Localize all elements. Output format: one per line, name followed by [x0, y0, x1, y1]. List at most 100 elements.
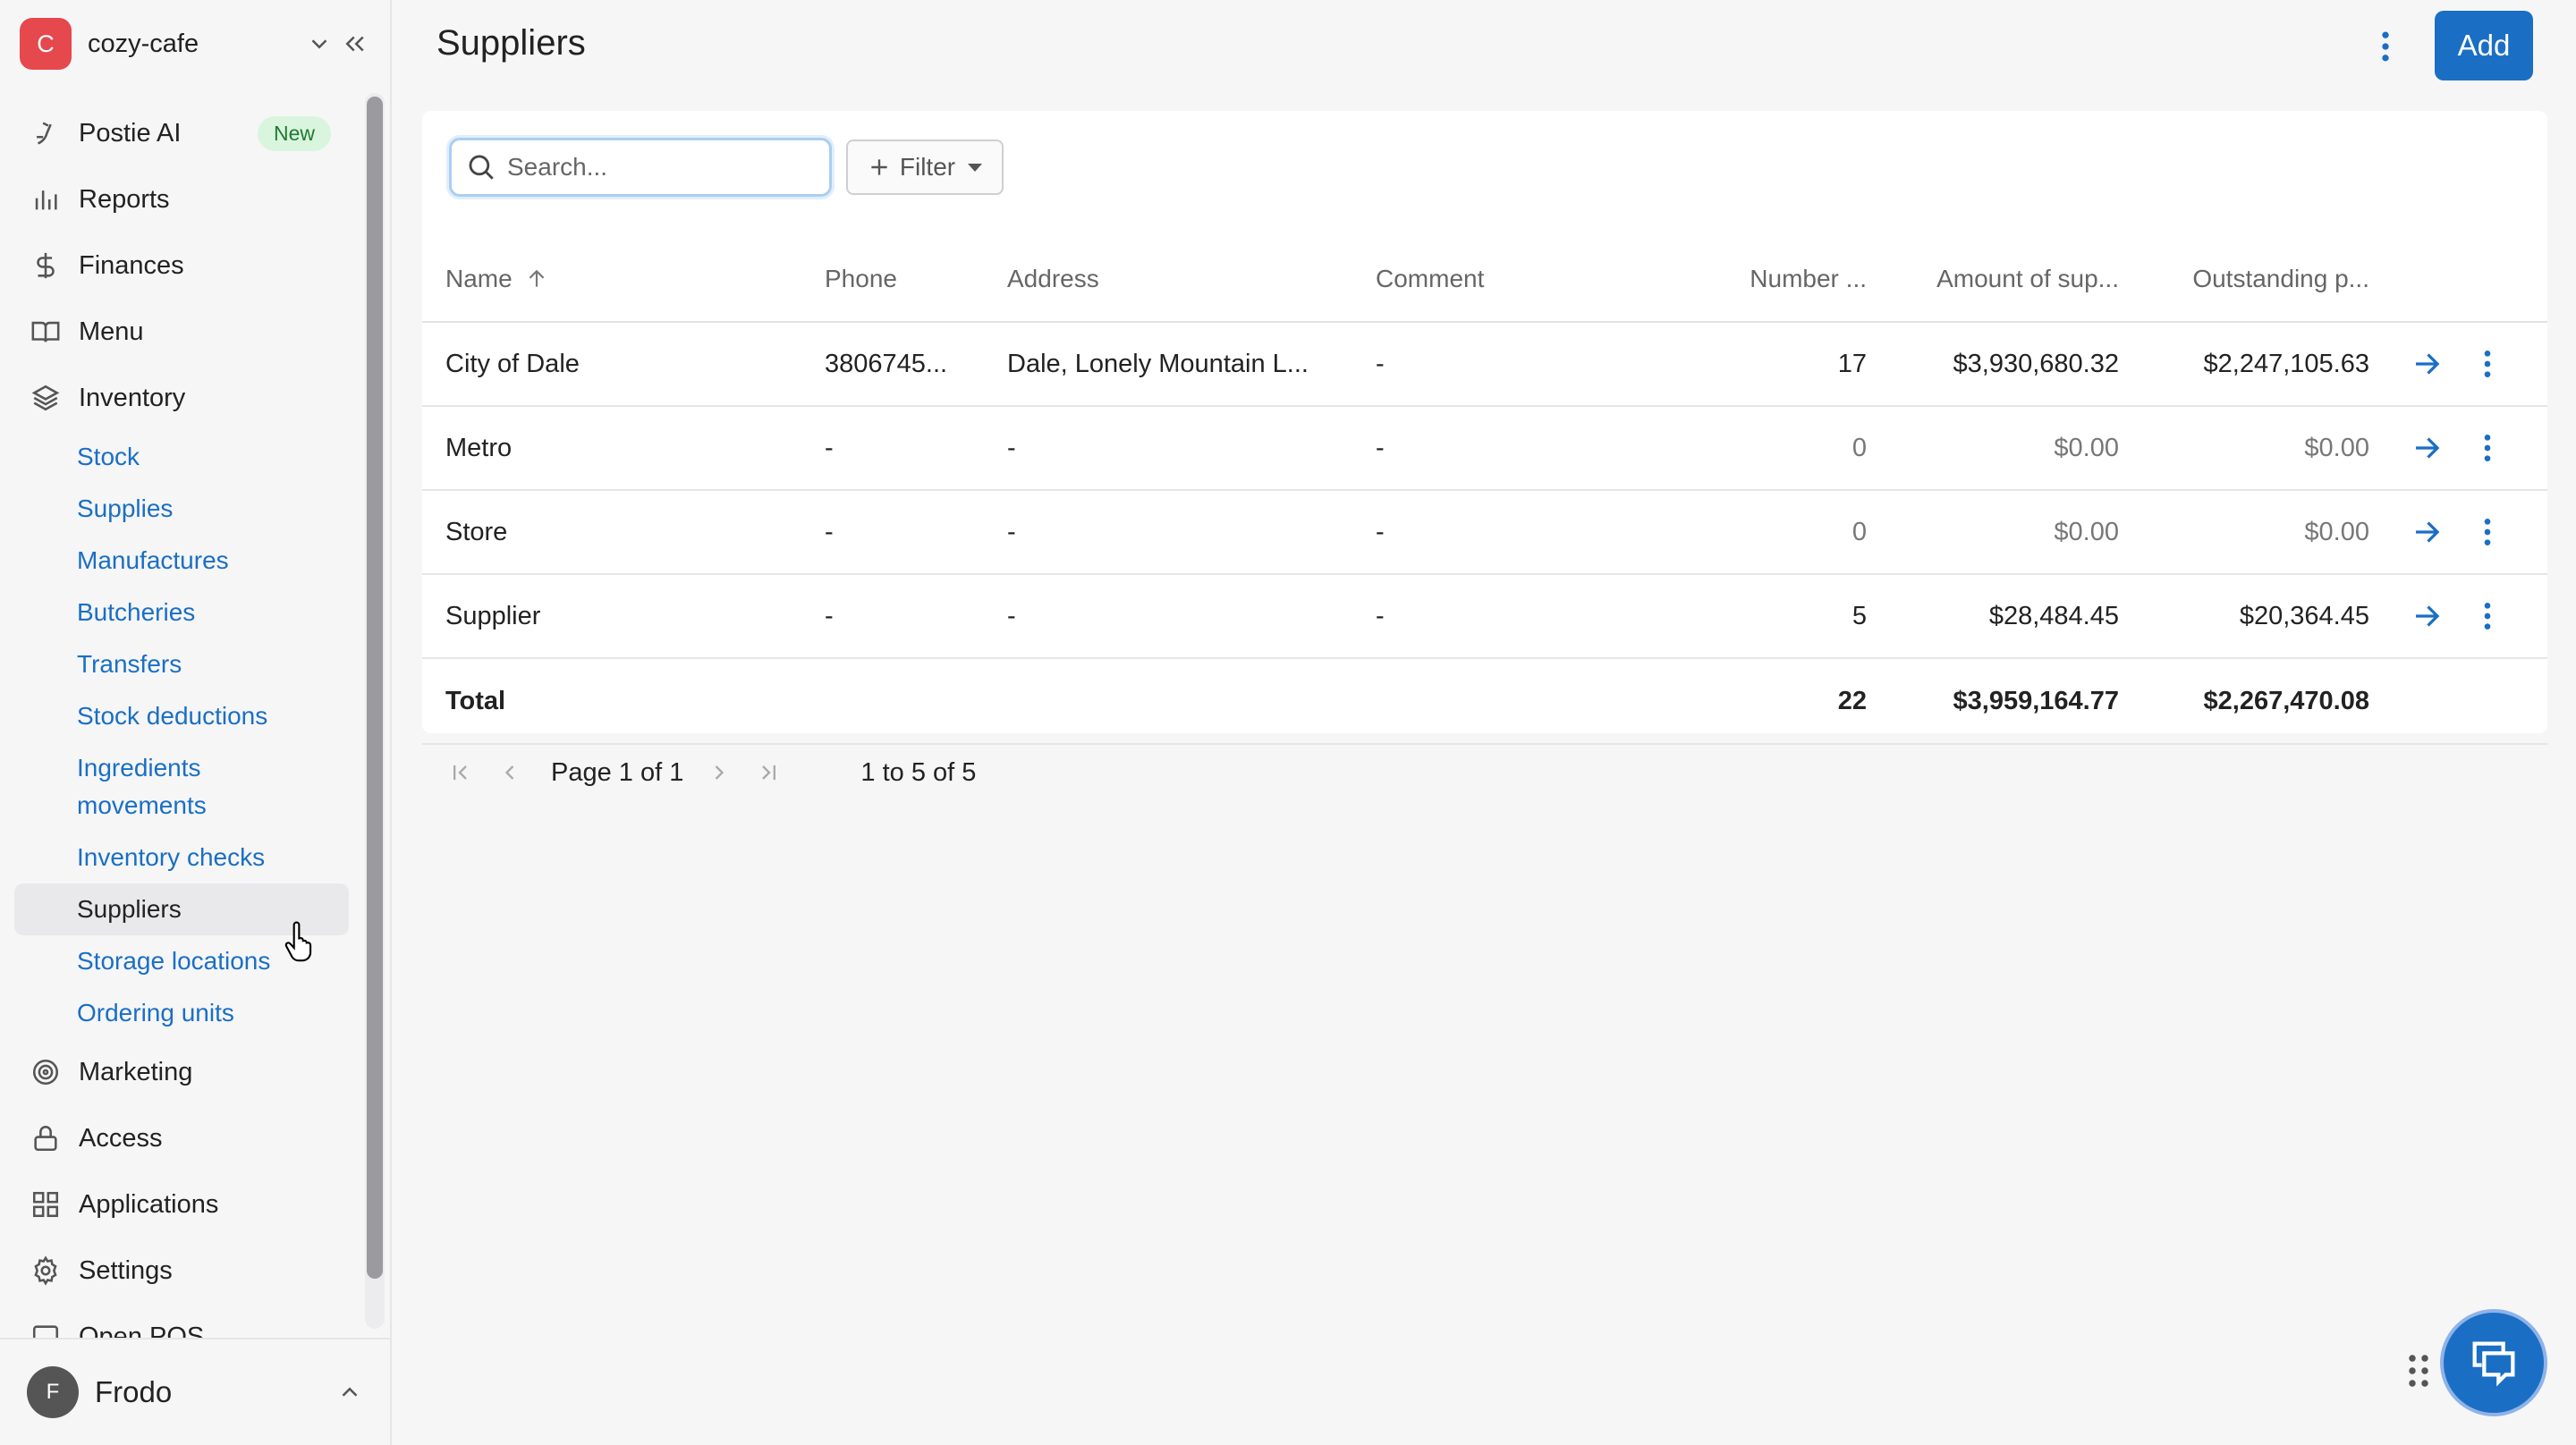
cell-actions — [2393, 322, 2547, 407]
workspace-switcher[interactable]: C cozy-cafe — [20, 18, 369, 70]
sidebar-item-postie-ai[interactable]: Postie AI New — [14, 100, 349, 166]
sidebar: C cozy-cafe Postie AI New Reports Financ… — [0, 0, 392, 1445]
caret-down-icon — [968, 163, 983, 172]
sidebar-item-open-pos[interactable]: Open POS — [14, 1304, 349, 1338]
cell-amount: $28,484.45 — [1890, 574, 2142, 659]
cell-phone: - — [825, 490, 1007, 575]
column-header-phone[interactable]: Phone — [825, 236, 1007, 323]
last-page-icon — [762, 765, 776, 781]
column-header-address[interactable]: Address — [1007, 236, 1376, 323]
column-header-comment[interactable]: Comment — [1376, 236, 1724, 323]
cell-name: City of Dale — [422, 322, 825, 407]
sidebar-item-access[interactable]: Access — [14, 1105, 349, 1171]
column-header-amount[interactable]: Amount of sup... — [1890, 236, 2142, 323]
arrow-right-icon[interactable] — [2411, 432, 2443, 464]
total-pages: 1 — [669, 757, 684, 787]
filter-button[interactable]: Filter — [846, 139, 1004, 195]
sidebar-item-label: Applications — [79, 1189, 219, 1219]
table-row[interactable]: Supplier - - - 5 $28,484.45 $20,364.45 — [422, 574, 2547, 659]
sidebar-subitem-ingredients-movements[interactable]: Ingredients movements — [14, 742, 247, 832]
sidebar-item-settings[interactable]: Settings — [14, 1238, 349, 1304]
avatar: F — [27, 1366, 79, 1418]
user-name: Frodo — [95, 1375, 173, 1408]
sidebar-subitem-butcheries[interactable]: Butcheries — [14, 587, 349, 638]
more-options-icon[interactable] — [2477, 598, 2498, 634]
page-word: Page — [551, 757, 612, 787]
dollar-icon — [37, 252, 55, 279]
column-header-outstanding[interactable]: Outstanding p... — [2142, 236, 2393, 323]
empty-cell — [825, 658, 1007, 745]
chevron-left-icon — [504, 765, 514, 780]
cell-actions — [2393, 406, 2547, 491]
drag-handle-icon[interactable] — [2406, 1352, 2431, 1390]
new-badge: New — [257, 115, 331, 151]
more-options-icon[interactable] — [2477, 346, 2498, 382]
collapse-sidebar-icon[interactable] — [342, 30, 369, 57]
search-input[interactable] — [507, 153, 811, 182]
sidebar-subitem-inventory-checks[interactable]: Inventory checks — [14, 832, 349, 883]
sidebar-item-inventory[interactable]: Inventory — [14, 365, 349, 431]
chevron-down-icon[interactable] — [306, 30, 333, 57]
cell-number: 0 — [1724, 406, 1890, 491]
user-menu[interactable]: F Frodo — [0, 1338, 390, 1445]
cell-address: - — [1007, 406, 1376, 491]
arrow-right-icon[interactable] — [2411, 348, 2443, 380]
previous-page-button[interactable] — [497, 760, 522, 785]
more-options-icon[interactable] — [2477, 430, 2498, 466]
page-indicator: Page 1 of 1 — [551, 758, 683, 788]
table-header-row: Name Phone Address Comment Number ... Am… — [422, 236, 2547, 323]
search-box[interactable] — [449, 138, 832, 197]
sidebar-item-label: Settings — [79, 1255, 173, 1285]
cell-outstanding: $20,364.45 — [2142, 574, 2393, 659]
suppliers-card: Filter Name Phone Address Comment Number… — [422, 111, 2547, 745]
cell-number: 17 — [1724, 322, 1890, 407]
last-page-button[interactable] — [757, 760, 782, 785]
cell-amount: $3,930,680.32 — [1890, 322, 2142, 407]
column-header-actions — [2393, 236, 2547, 323]
bar-chart-icon — [35, 190, 57, 210]
cell-phone: - — [825, 406, 1007, 491]
more-options-icon[interactable] — [2370, 27, 2401, 66]
arrow-right-icon[interactable] — [2411, 600, 2443, 632]
plus-icon — [871, 159, 887, 175]
cell-name: Metro — [422, 406, 825, 491]
chevron-up-icon[interactable] — [336, 1379, 363, 1406]
table-row[interactable]: Store - - - 0 $0.00 $0.00 — [422, 490, 2547, 575]
sidebar-subitem-transfers[interactable]: Transfers — [14, 638, 349, 690]
arrow-right-icon[interactable] — [2411, 516, 2443, 548]
table-row[interactable]: City of Dale 3806745... Dale, Lonely Mou… — [422, 322, 2547, 407]
total-row: Total 22 $3,959,164.77 $2,267,470.08 — [422, 658, 2547, 745]
empty-cell — [1376, 658, 1724, 745]
column-header-number[interactable]: Number ... — [1724, 236, 1890, 323]
next-page-button[interactable] — [707, 760, 732, 785]
sidebar-item-marketing[interactable]: Marketing — [14, 1039, 349, 1105]
first-page-icon — [453, 765, 467, 781]
sidebar-scrollbar[interactable] — [365, 93, 385, 1329]
cell-phone: - — [825, 574, 1007, 659]
cell-phone: 3806745... — [825, 322, 1007, 407]
sidebar-item-menu[interactable]: Menu — [14, 299, 349, 365]
sidebar-subitem-stock-deductions[interactable]: Stock deductions — [14, 690, 349, 742]
first-page-button[interactable] — [447, 760, 472, 785]
more-options-icon[interactable] — [2477, 514, 2498, 550]
scrollbar-thumb[interactable] — [367, 97, 383, 1279]
filter-label: Filter — [899, 153, 956, 181]
total-amount: $3,959,164.77 — [1890, 658, 2142, 745]
cell-actions — [2393, 490, 2547, 575]
sort-ascending-icon[interactable] — [525, 267, 548, 291]
sidebar-item-label: Access — [79, 1123, 163, 1153]
grid-icon — [32, 1191, 59, 1218]
sidebar-item-applications[interactable]: Applications — [14, 1171, 349, 1238]
sidebar-subitem-supplies[interactable]: Supplies — [14, 483, 349, 535]
column-header-name[interactable]: Name — [422, 236, 825, 323]
table-row[interactable]: Metro - - - 0 $0.00 $0.00 — [422, 406, 2547, 491]
sidebar-item-reports[interactable]: Reports — [14, 166, 349, 232]
sidebar-subitem-stock[interactable]: Stock — [14, 431, 349, 483]
chat-button[interactable] — [2440, 1309, 2547, 1416]
sidebar-item-finances[interactable]: Finances — [14, 232, 349, 299]
sidebar-subitem-ordering-units[interactable]: Ordering units — [14, 987, 349, 1039]
sidebar-subitem-manufactures[interactable]: Manufactures — [14, 535, 349, 587]
add-button[interactable]: Add — [2435, 11, 2533, 80]
hand-cursor-icon — [284, 921, 312, 962]
cell-actions — [2393, 574, 2547, 659]
